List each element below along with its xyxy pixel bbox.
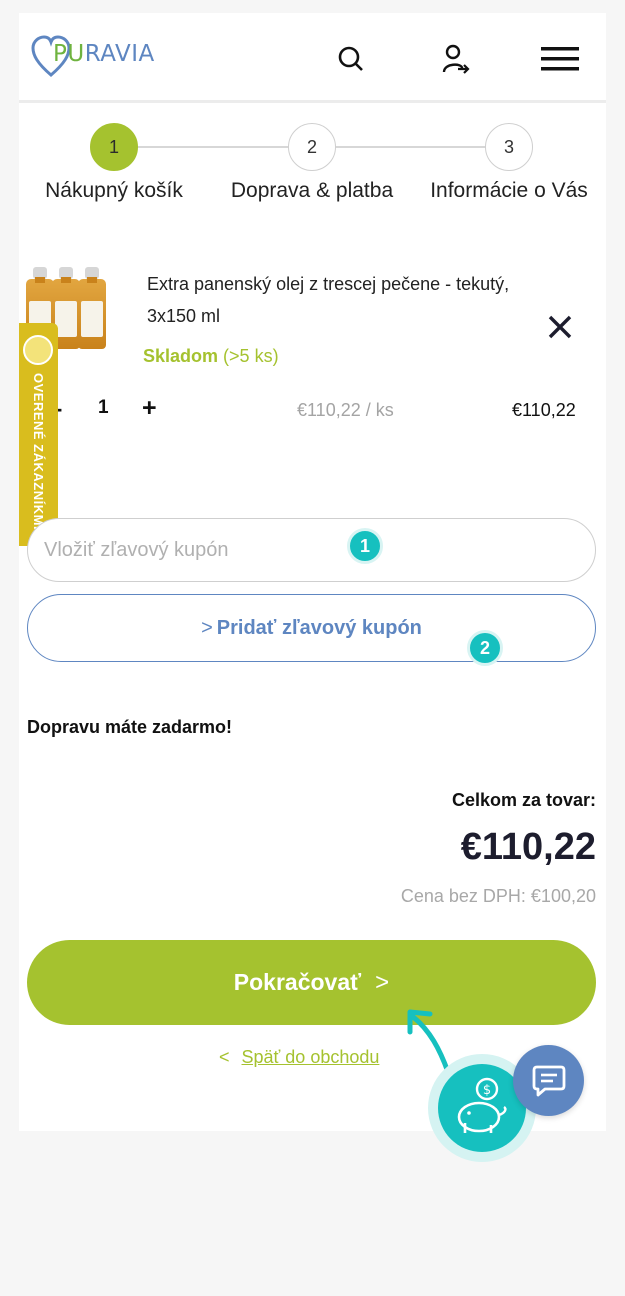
step-info[interactable]: 3 Informácie o Vás — [409, 123, 609, 203]
total-value: €110,22 — [460, 826, 596, 868]
back-to-shop-label: Späť do obchodu — [241, 1047, 380, 1067]
svg-text:$: $ — [483, 1083, 491, 1098]
logo-wordmark-accent: PU — [53, 41, 85, 67]
verified-customers-badge[interactable]: OVERENÉ ZÁKAZNÍKMI — [19, 323, 58, 546]
stock-label: Skladom — [143, 346, 219, 366]
step-shipping[interactable]: 2 Doprava & platba — [212, 123, 412, 203]
stock-count: (>5 ks) — [223, 346, 279, 366]
continue-button[interactable]: Pokračovať > — [27, 940, 596, 1025]
step-number: 1 — [90, 123, 138, 171]
menu-icon[interactable] — [540, 39, 580, 79]
stock-status: Skladom (>5 ks) — [143, 346, 279, 367]
add-coupon-button[interactable]: > Pridať zľavový kupón — [27, 594, 596, 662]
search-icon[interactable] — [331, 39, 371, 79]
line-total: €110,22 — [512, 400, 576, 420]
coupon-input[interactable] — [27, 518, 596, 582]
net-price: Cena bez DPH: €100,20 — [400, 886, 596, 906]
bottle-shape — [78, 267, 106, 349]
step-cart[interactable]: 1 Nákupný košík — [14, 123, 214, 203]
annotation-marker-2: 2 — [467, 630, 503, 666]
continue-label: Pokračovať — [233, 969, 362, 995]
step-label: Doprava & platba — [230, 179, 394, 202]
chevron-right-icon: > — [375, 968, 390, 996]
trust-badge-label: OVERENÉ ZÁKAZNÍKMI — [31, 373, 46, 531]
checkout-steps: 1 Nákupný košík 2 Doprava & platba 3 Inf… — [19, 123, 606, 213]
step-label: Nákupný košík — [45, 179, 183, 202]
chevron-right-icon: > — [201, 616, 213, 639]
free-shipping-note: Dopravu máte zadarmo! — [27, 717, 233, 737]
close-icon — [548, 315, 572, 339]
unit-price: €110,22 / ks — [297, 400, 394, 420]
total-label: Celkom za tovar: — [451, 790, 596, 810]
remove-item-button[interactable] — [545, 312, 575, 342]
logo-wordmark-rest: RAVIA — [84, 41, 155, 67]
quantity-value[interactable]: 1 — [98, 397, 109, 419]
add-coupon-label: Pridať zľavový kupón — [216, 616, 422, 639]
user-login-icon[interactable] — [436, 39, 476, 79]
step-label: Informácie o Vás — [430, 179, 588, 202]
chevron-left-icon: < — [219, 1047, 230, 1067]
chat-icon — [532, 1065, 565, 1096]
site-header: PURAVIA — [19, 13, 606, 103]
step-number: 3 — [485, 123, 533, 171]
quantity-increase-button[interactable]: + — [142, 394, 157, 423]
annotation-marker-1: 1 — [347, 528, 383, 564]
product-name[interactable]: Extra panenský olej z trescej pečene - t… — [147, 268, 547, 332]
seal-icon — [23, 335, 53, 365]
chat-button[interactable] — [513, 1045, 584, 1116]
puravia-logo[interactable]: PURAVIA — [31, 35, 156, 81]
logo-wordmark: PURAVIA — [53, 41, 155, 67]
step-number: 2 — [288, 123, 336, 171]
back-to-shop-link[interactable]: < Späť do obchodu — [219, 1047, 379, 1068]
